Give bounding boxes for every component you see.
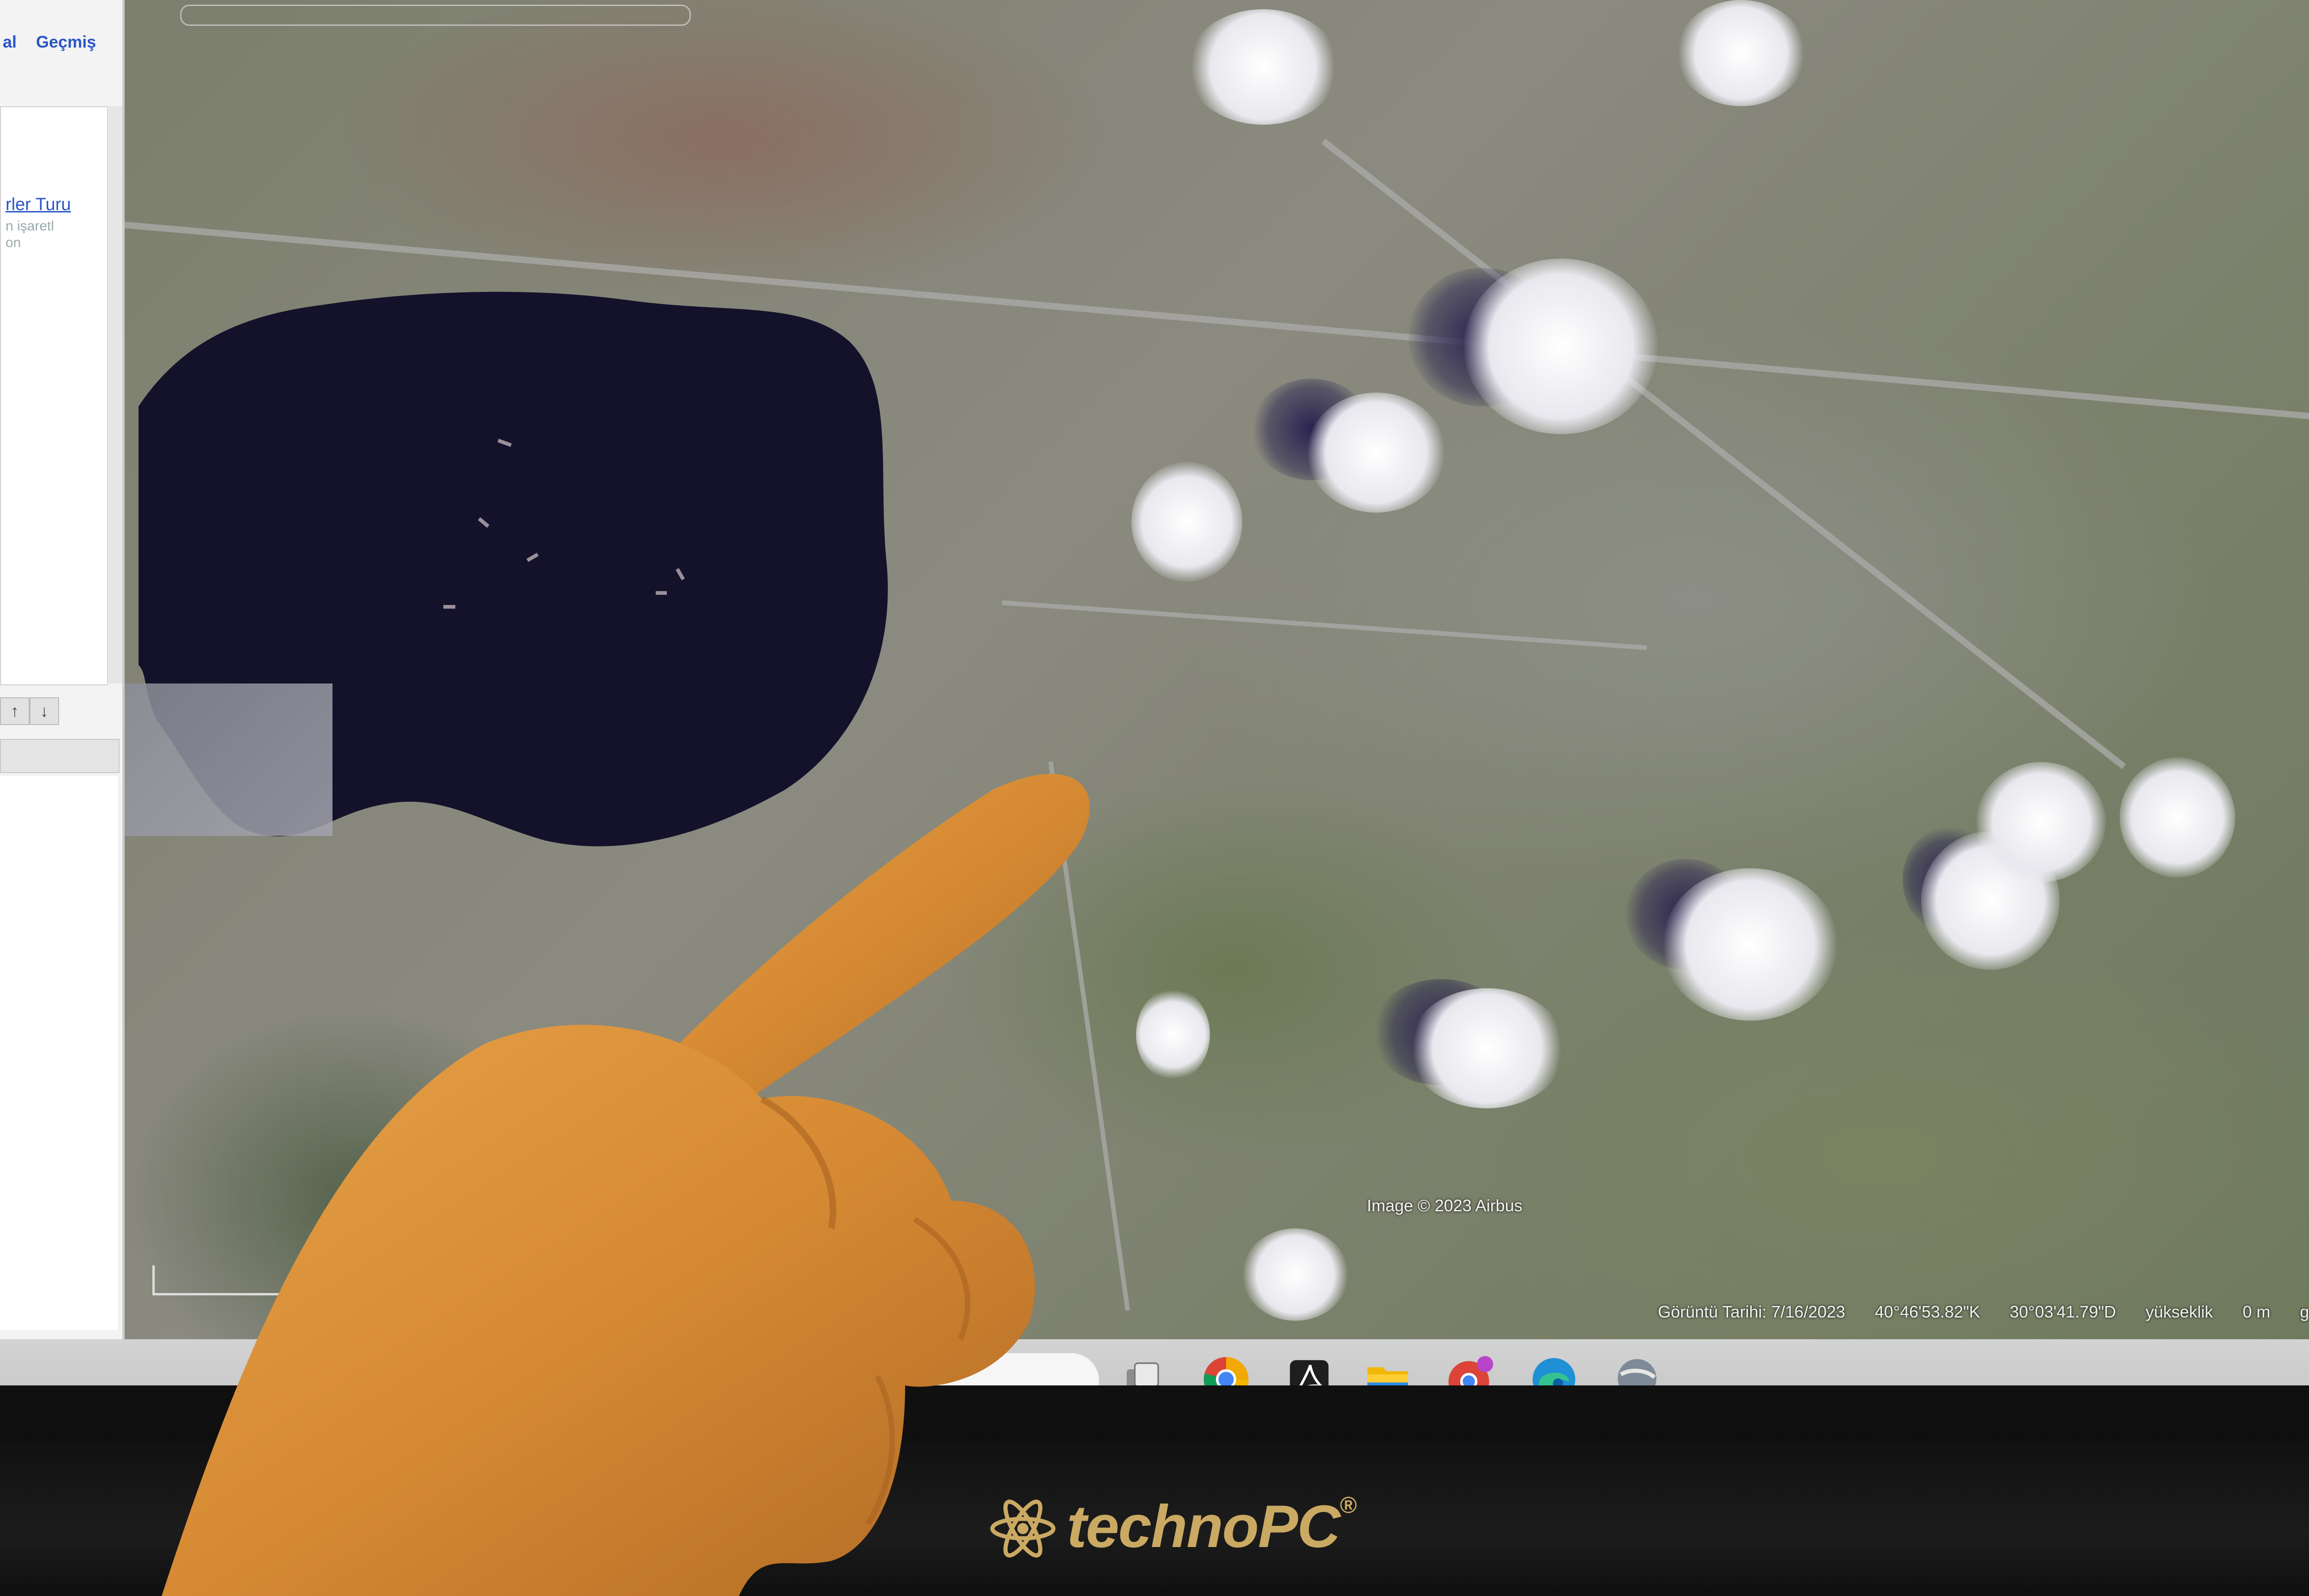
satellite-map-view[interactable]: ✋ Image © 2023 Airbus Go [125, 0, 2309, 1339]
places-panel: rler Turu n işaretl on [0, 106, 108, 685]
taskbar [0, 1339, 2309, 1385]
cloud [1662, 868, 1838, 1021]
tour-description: n işaretl on [6, 218, 54, 251]
tour-description-line: n işaretl [6, 218, 54, 234]
cloud [1131, 462, 1242, 582]
taskbar-search-box[interactable] [877, 1353, 1099, 1385]
cloud [2120, 757, 2235, 877]
move-up-button[interactable]: ↑ [0, 697, 30, 725]
tour-description-line: on [6, 235, 21, 250]
panel-scrollbar[interactable] [109, 106, 122, 683]
brand-registered: ® [1339, 1492, 1357, 1518]
chrome-profile-icon[interactable] [1445, 1354, 1496, 1385]
imagery-attribution: Image © 2023 Airbus [1367, 1196, 1523, 1215]
scale-legend [152, 1265, 413, 1295]
latitude-readout: 40°46'53.82"K [1874, 1302, 1980, 1321]
map-status-bar: Görüntü Tarihi: 7/16/2023 40°46'53.82"K … [1658, 1302, 2309, 1322]
move-down-button[interactable]: ↓ [30, 697, 59, 725]
chrome-icon[interactable] [1201, 1354, 1251, 1385]
imagery-date: Görüntü Tarihi: 7/16/2023 [1658, 1302, 1845, 1321]
brand-atom-logo [990, 1499, 1056, 1558]
brand-name-bold: PC [1258, 1493, 1341, 1560]
cloud [1242, 1228, 1348, 1321]
road [1002, 600, 1647, 650]
longitude-readout: 30°03'41.79"D [2009, 1302, 2116, 1321]
google-earth-pro-icon[interactable] [1612, 1354, 1662, 1385]
file-explorer-icon[interactable] [1362, 1354, 1413, 1385]
brand-name: techno [1067, 1493, 1259, 1560]
layers-header[interactable] [0, 739, 120, 773]
acrobat-icon[interactable] [1284, 1354, 1335, 1385]
cloud [1187, 9, 1339, 125]
tour-link[interactable]: rler Turu [6, 195, 71, 215]
cloud [1676, 0, 1806, 106]
elevation-label: yükseklik [2146, 1302, 2213, 1321]
arrow-up-icon: ↑ [11, 701, 19, 720]
tab-history[interactable]: Geçmiş [36, 32, 96, 52]
arrow-down-icon: ↓ [40, 701, 48, 720]
elevation-value: 0 m [2243, 1302, 2271, 1321]
google-earth-sidebar: al Geçmiş rler Turu n işaretl on ↑ ↓ [0, 0, 125, 1339]
screen: al Geçmiş rler Turu n işaretl on ↑ ↓ Ima… [0, 0, 2309, 1385]
tab-search[interactable]: al [3, 32, 17, 52]
road [1048, 761, 1130, 1311]
cloud [1136, 988, 1210, 1081]
map-navigation-slider[interactable] [180, 5, 691, 26]
cloud [1977, 762, 2106, 882]
port-area [125, 683, 332, 836]
monitor-brand: technoPC® [1067, 1492, 1357, 1561]
cloud [1408, 988, 1566, 1108]
cloud [1307, 393, 1445, 513]
cloud [1464, 259, 1658, 434]
layers-panel [0, 776, 118, 1330]
sidebar-tabs: al Geçmiş [0, 28, 122, 60]
edge-icon[interactable] [1529, 1354, 1579, 1385]
eye-altitude-label: gö [2300, 1302, 2309, 1321]
panel-order-controls: ↑ ↓ [0, 697, 65, 725]
task-view-icon[interactable] [1118, 1354, 1168, 1385]
